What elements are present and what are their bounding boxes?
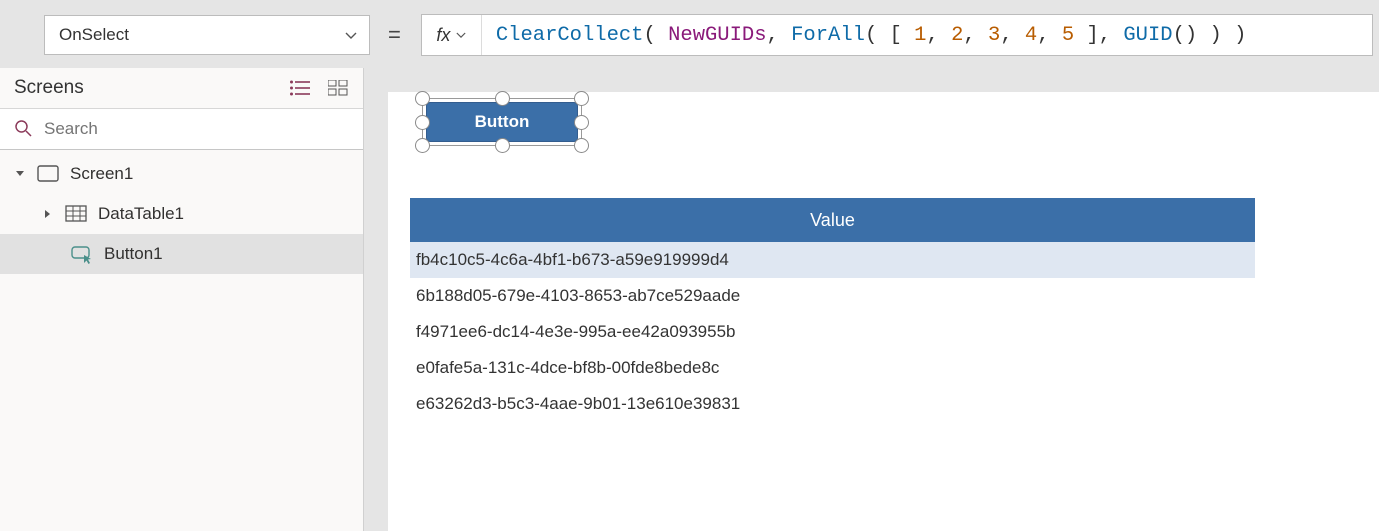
screens-panel: Screens xyxy=(0,68,364,531)
column-header: Value xyxy=(810,210,855,231)
table-row[interactable]: f4971ee6-dc14-4e3e-995a-ee42a093955b xyxy=(410,314,1255,350)
property-select[interactable]: OnSelect xyxy=(44,15,370,55)
datatable-header[interactable]: Value xyxy=(410,198,1255,242)
table-row[interactable]: e63262d3-b5c3-4aae-9b01-13e610e39831 xyxy=(410,386,1255,422)
datatable[interactable]: Value fb4c10c5-4c6a-4bf1-b673-a59e919999… xyxy=(410,198,1255,422)
canvas-button[interactable]: Button xyxy=(426,102,578,142)
collapse-icon[interactable] xyxy=(14,169,26,179)
table-row[interactable]: 6b188d05-679e-4103-8653-ab7ce529aade xyxy=(410,278,1255,314)
equals-label: = xyxy=(384,22,407,48)
tree-view-icon[interactable] xyxy=(289,77,311,99)
thumbnail-view-icon[interactable] xyxy=(327,77,349,99)
tree-view: Screen1 DataTable1 xyxy=(0,150,363,274)
expand-icon[interactable] xyxy=(42,209,54,219)
datatable-icon xyxy=(64,202,88,226)
formula-text[interactable]: ClearCollect( NewGUIDs, ForAll( [ 1, 2, … xyxy=(482,24,1247,47)
table-row[interactable]: fb4c10c5-4c6a-4bf1-b673-a59e919999d4 xyxy=(410,242,1255,278)
screens-title: Screens xyxy=(14,77,84,99)
tree-item-datatable1[interactable]: DataTable1 xyxy=(0,194,363,234)
tree-item-label: Button1 xyxy=(104,244,163,264)
button-icon xyxy=(70,242,94,266)
fx-button[interactable]: fx xyxy=(422,15,482,55)
property-select-value: OnSelect xyxy=(59,25,129,45)
formula-input[interactable]: fx ClearCollect( NewGUIDs, ForAll( [ 1, … xyxy=(421,14,1373,56)
fx-icon: fx xyxy=(436,25,450,46)
tree-item-screen1[interactable]: Screen1 xyxy=(0,154,363,194)
chevron-down-icon xyxy=(345,28,357,43)
tree-item-button1[interactable]: Button1 xyxy=(0,234,363,274)
formula-bar: OnSelect = fx ClearCollect( NewGUIDs, Fo… xyxy=(0,14,1379,56)
search-icon xyxy=(14,119,32,140)
screens-header: Screens xyxy=(0,68,363,108)
search-input[interactable] xyxy=(42,118,349,140)
table-row[interactable]: e0fafe5a-131c-4dce-bf8b-00fde8bede8c xyxy=(410,350,1255,386)
tree-item-label: DataTable1 xyxy=(98,204,184,224)
canvas-button-label: Button xyxy=(475,112,530,132)
chevron-down-icon xyxy=(456,32,466,39)
search-row xyxy=(0,108,363,150)
screen-icon xyxy=(36,162,60,186)
tree-item-label: Screen1 xyxy=(70,164,133,184)
canvas-surface[interactable]: Button Value fb4c10c5-4c6a-4bf1-b673-a59… xyxy=(388,92,1379,531)
canvas-pane: Button Value fb4c10c5-4c6a-4bf1-b673-a59… xyxy=(364,68,1379,531)
